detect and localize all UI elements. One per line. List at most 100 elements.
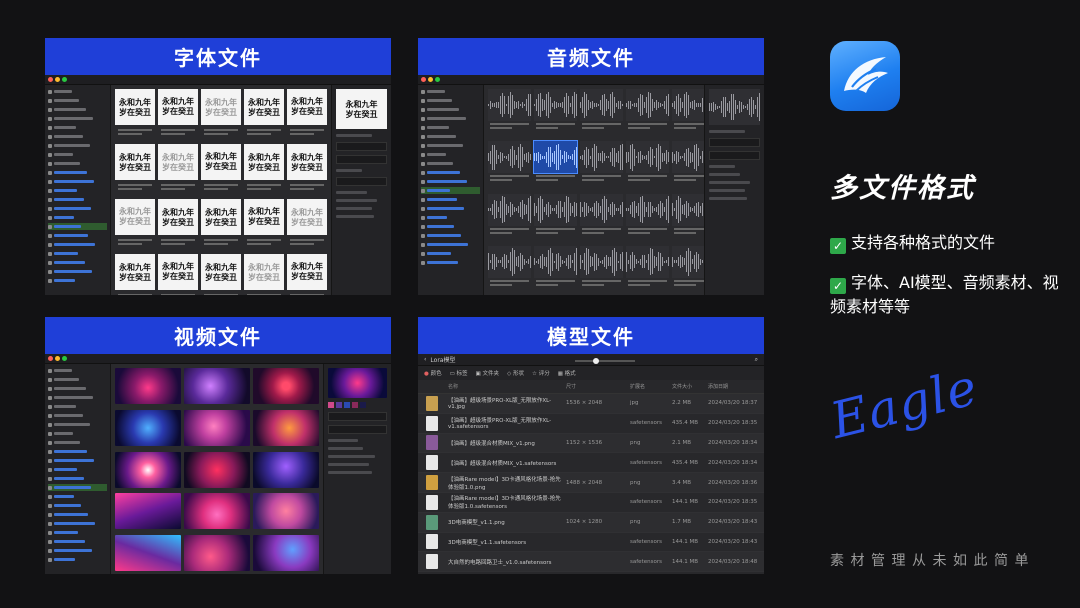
sidebar-item[interactable]	[48, 160, 107, 167]
font-item[interactable]: 永和九年 岁在癸丑	[287, 144, 327, 196]
audio-item[interactable]	[580, 193, 623, 243]
filter-2[interactable]: ▣ 文件夹	[476, 369, 499, 377]
sidebar-item[interactable]	[48, 412, 107, 419]
sidebar-item[interactable]	[421, 133, 480, 140]
sidebar-item[interactable]	[48, 367, 107, 374]
zoom-slider[interactable]	[459, 357, 750, 364]
sidebar-item[interactable]	[48, 475, 107, 482]
font-item[interactable]: 永和九年 岁在癸丑	[158, 254, 198, 295]
table-row[interactable]: 【油画Rare model】3D卡通风格化场景-抢先体验版1.0.png 1488…	[418, 473, 764, 493]
sidebar-item[interactable]	[48, 547, 107, 554]
sidebar-item[interactable]	[48, 376, 107, 383]
sidebar-item[interactable]	[421, 187, 480, 194]
font-item[interactable]: 永和九年 岁在癸丑	[244, 89, 284, 141]
filter-1[interactable]: ▭ 标签	[450, 369, 468, 377]
audio-item[interactable]	[488, 193, 531, 243]
video-thumbnail[interactable]	[115, 451, 181, 488]
video-thumbnail[interactable]	[115, 493, 181, 530]
font-item[interactable]: 永和九年 岁在癸丑	[201, 144, 241, 196]
video-thumbnail[interactable]	[115, 535, 181, 572]
sidebar-item[interactable]	[421, 124, 480, 131]
sidebar-item[interactable]	[48, 133, 107, 140]
audio-item[interactable]	[626, 141, 669, 190]
video-thumbnail[interactable]	[184, 535, 250, 572]
sidebar-item[interactable]	[48, 403, 107, 410]
table-row[interactable]: 【油画Rare model】3D卡通风格化场景-抢先体验版1.0.safeten…	[418, 493, 764, 513]
sidebar-item[interactable]	[48, 277, 107, 284]
audio-item[interactable]	[580, 245, 623, 295]
sidebar-item[interactable]	[48, 520, 107, 527]
sidebar-item[interactable]	[48, 88, 107, 95]
font-item[interactable]: 永和九年 岁在癸丑	[158, 89, 198, 141]
sidebar-item[interactable]	[48, 106, 107, 113]
font-item[interactable]: 永和九年 岁在癸丑	[115, 89, 155, 141]
font-item[interactable]: 永和九年 岁在癸丑	[244, 144, 284, 196]
table-row[interactable]: 3D电商模型_v1.1.png 1024 × 1280 png 1.7 MB 2024/…	[418, 512, 764, 533]
sidebar-item[interactable]	[48, 196, 107, 203]
sidebar-item[interactable]	[421, 106, 480, 113]
app-sidebar[interactable]	[45, 85, 111, 295]
video-thumbnail[interactable]	[184, 493, 250, 530]
audio-item[interactable]	[488, 245, 531, 295]
font-item[interactable]: 永和九年 岁在癸丑	[115, 144, 155, 196]
table-row[interactable]: 【油画】超级混合材质MIX_v1.png 1152 × 1536 png 2.1 MB…	[418, 433, 764, 454]
audio-item[interactable]	[533, 140, 578, 190]
font-item[interactable]: 永和九年 岁在癸丑	[287, 199, 327, 251]
sidebar-item[interactable]	[48, 511, 107, 518]
filter-4[interactable]: ☆ 评分	[532, 369, 550, 377]
sidebar-item[interactable]	[48, 151, 107, 158]
sidebar-item[interactable]	[48, 448, 107, 455]
sidebar-item[interactable]	[48, 430, 107, 437]
sidebar-item[interactable]	[48, 268, 107, 275]
font-item[interactable]: 永和九年 岁在癸丑	[287, 89, 327, 141]
col-size[interactable]: 文件大小	[672, 383, 708, 390]
sidebar-item[interactable]	[48, 115, 107, 122]
sidebar-item[interactable]	[48, 466, 107, 473]
sidebar-item[interactable]	[48, 421, 107, 428]
audio-item[interactable]	[626, 245, 669, 295]
video-thumbnail[interactable]	[253, 409, 319, 446]
audio-item[interactable]	[626, 193, 669, 243]
font-item[interactable]: 永和九年 岁在癸丑	[244, 199, 284, 251]
audio-item[interactable]	[534, 89, 577, 138]
audio-item[interactable]	[626, 89, 669, 138]
sidebar-item[interactable]	[421, 169, 480, 176]
sidebar-item[interactable]	[48, 214, 107, 221]
font-item[interactable]: 永和九年 岁在癸丑	[115, 199, 155, 251]
sidebar-item[interactable]	[48, 205, 107, 212]
sidebar-item[interactable]	[421, 151, 480, 158]
font-item[interactable]: 永和九年 岁在癸丑	[287, 254, 327, 295]
font-item[interactable]: 永和九年 岁在癸丑	[201, 254, 241, 295]
sidebar-item[interactable]	[421, 205, 480, 212]
video-thumbnail[interactable]	[184, 451, 250, 488]
video-thumbnail[interactable]	[253, 368, 319, 404]
sidebar-item[interactable]	[48, 241, 107, 248]
audio-item[interactable]	[488, 89, 531, 138]
font-item[interactable]: 永和九年 岁在癸丑	[201, 89, 241, 141]
sidebar-item[interactable]	[421, 223, 480, 230]
video-thumbnail[interactable]	[253, 493, 319, 530]
audio-item[interactable]	[488, 141, 531, 190]
font-item[interactable]: 永和九年 岁在癸丑	[244, 254, 284, 295]
font-item[interactable]: 永和九年 岁在癸丑	[115, 254, 155, 295]
audio-item[interactable]	[580, 89, 623, 138]
col-ext[interactable]: 扩展名	[630, 383, 672, 390]
sidebar-item[interactable]	[48, 97, 107, 104]
video-thumbnail[interactable]	[253, 451, 319, 488]
sidebar-item[interactable]	[48, 484, 107, 491]
sidebar-item[interactable]	[48, 178, 107, 185]
col-name[interactable]: 名称	[446, 383, 566, 390]
sidebar-item[interactable]	[48, 250, 107, 257]
sidebar-item[interactable]	[48, 394, 107, 401]
table-row[interactable]: 【油画】超级场景PRO-XL版_无限放作XL-v1.jpg 1536 × 2048…	[418, 394, 764, 414]
video-thumbnail[interactable]	[184, 368, 250, 404]
video-thumbnail[interactable]	[184, 409, 250, 446]
sidebar-item[interactable]	[421, 232, 480, 239]
sidebar-item[interactable]	[48, 259, 107, 266]
audio-item[interactable]	[580, 141, 623, 190]
app-sidebar[interactable]	[45, 364, 111, 574]
sidebar-item[interactable]	[421, 178, 480, 185]
search-icon[interactable]: ⌕	[755, 356, 758, 364]
sidebar-item[interactable]	[48, 142, 107, 149]
video-thumbnail[interactable]	[115, 368, 181, 404]
